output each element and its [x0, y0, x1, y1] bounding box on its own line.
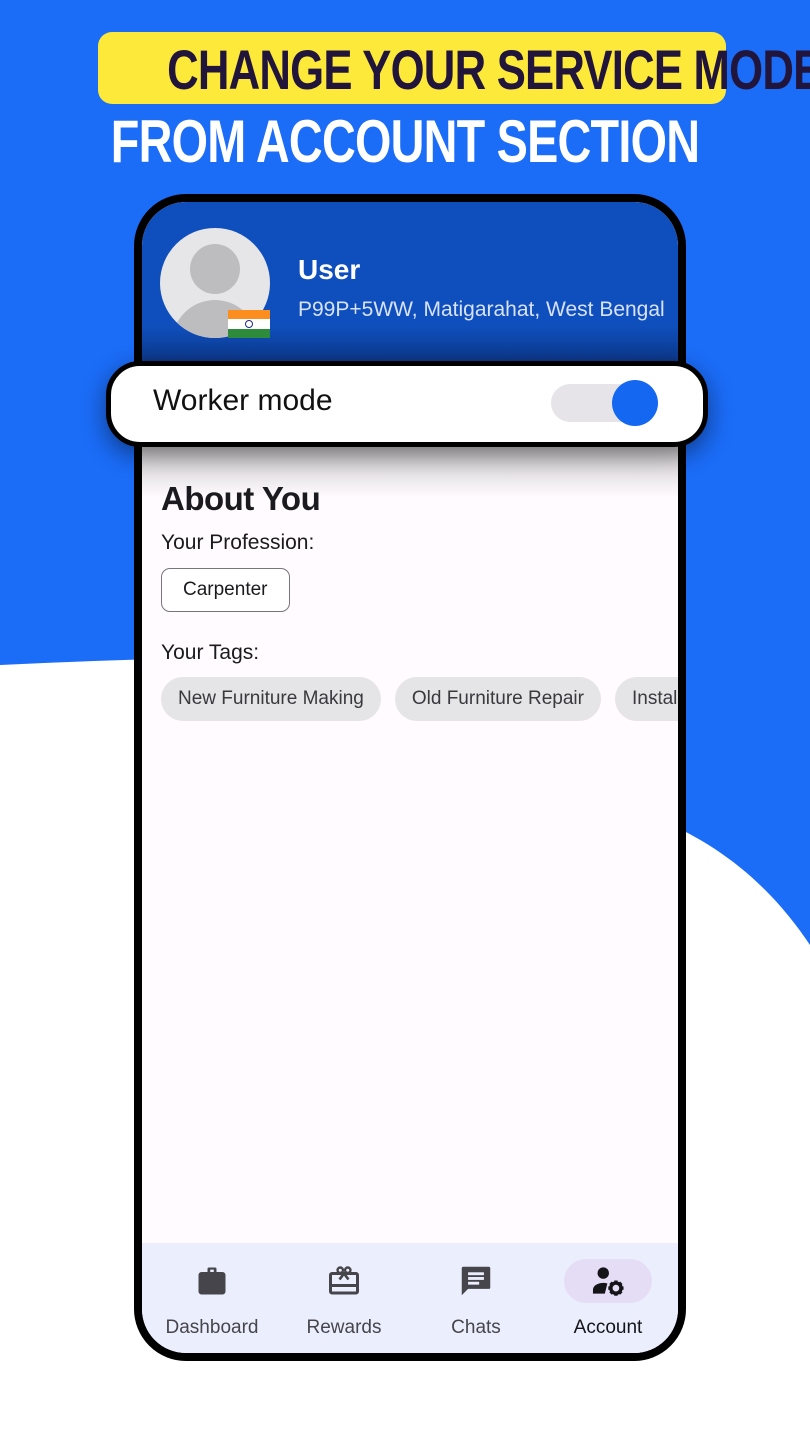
briefcase-icon [198, 1267, 226, 1295]
india-flag-icon [228, 310, 270, 338]
tags-row[interactable]: New Furniture Making Old Furniture Repai… [161, 677, 678, 721]
account-settings-icon [592, 1267, 624, 1296]
profession-chip[interactable]: Carpenter [161, 568, 290, 612]
tag-chip[interactable]: Old Furniture Repair [394, 677, 601, 721]
nav-label: Rewards [306, 1317, 382, 1338]
gift-card-icon [329, 1266, 359, 1295]
chat-icon [461, 1266, 491, 1296]
worker-mode-toggle[interactable] [551, 380, 659, 426]
tag-chip[interactable]: Installation [614, 677, 678, 721]
tag-chip[interactable]: New Furniture Making [161, 677, 381, 721]
nav-item-account[interactable]: Account [543, 1243, 673, 1353]
profession-label: Your Profession: [161, 531, 315, 554]
about-title: About You [161, 480, 321, 517]
nav-label: Dashboard [165, 1317, 259, 1338]
profile-header: User P99P+5WW, Matigarahat, West Bengal [142, 202, 678, 378]
headline-line2: FROM ACCOUNT SECTION [110, 108, 700, 175]
nav-item-chats[interactable]: Chats [411, 1243, 541, 1353]
active-indicator [564, 1259, 652, 1303]
nav-label: Chats [451, 1317, 501, 1338]
user-name: User [298, 254, 361, 285]
worker-mode-label: Worker mode [153, 384, 333, 417]
user-address: P99P+5WW, Matigarahat, West Bengal [298, 298, 665, 321]
account-content: About You Your Profession: Carpenter You… [142, 378, 678, 1353]
nav-item-rewards[interactable]: Rewards [279, 1243, 409, 1353]
nav-label: Account [573, 1317, 643, 1338]
nav-item-dashboard[interactable]: Dashboard [147, 1243, 277, 1353]
bottom-nav: Dashboard Rewards Chats Account [142, 1243, 678, 1353]
tags-label: Your Tags: [161, 641, 260, 664]
toggle-thumb [612, 380, 658, 426]
avatar-head [190, 244, 240, 294]
worker-mode-card: Worker mode [106, 361, 708, 447]
headline-line1: CHANGE YOUR SERVICE MODE [167, 38, 810, 101]
